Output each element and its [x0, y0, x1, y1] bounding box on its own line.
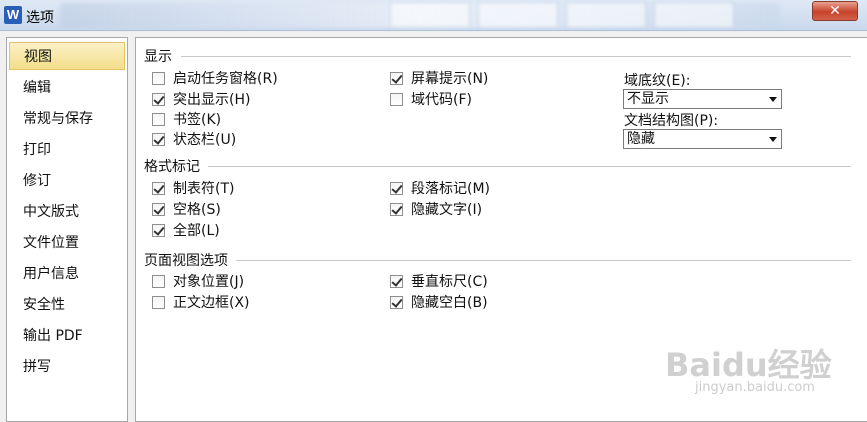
- blurred-style-box: [654, 2, 734, 28]
- sidebar-item-security[interactable]: 安全性: [9, 291, 125, 319]
- checkbox-unchecked-icon: [152, 72, 165, 85]
- bookmarks-checkbox[interactable]: 书签(K): [152, 111, 221, 129]
- sidebar-item-user-info[interactable]: 用户信息: [9, 260, 125, 288]
- checkbox-unchecked-icon: [152, 275, 165, 288]
- checkbox-unchecked-icon: [152, 113, 165, 126]
- checkbox-checked-icon: [152, 182, 165, 195]
- page-view-group-title: 页面视图选项: [144, 253, 228, 269]
- field-shading-label: 域底纹(E):: [624, 73, 691, 89]
- paragraph-marks-checkbox[interactable]: 段落标记(M): [390, 180, 490, 198]
- checkbox-checked-icon: [152, 224, 165, 237]
- blurred-style-box: [566, 2, 646, 28]
- checkbox-checked-icon: [390, 182, 403, 195]
- sidebar-item-export-pdf[interactable]: 输出 PDF: [9, 322, 125, 350]
- sidebar-item-file-locations[interactable]: 文件位置: [9, 229, 125, 257]
- hidden-text-checkbox[interactable]: 隐藏文字(I): [390, 201, 482, 219]
- dropdown-arrow-icon: [769, 137, 777, 142]
- blurred-style-box: [478, 2, 558, 28]
- format-marks-group-title: 格式标记: [144, 159, 200, 175]
- object-anchors-checkbox[interactable]: 对象位置(J): [152, 273, 244, 291]
- sidebar-item-print[interactable]: 打印: [9, 136, 125, 164]
- options-sidebar: 视图 编辑 常规与保存 打印 修订 中文版式 文件位置 用户信息 安全性 输出 …: [6, 37, 128, 422]
- doc-map-label: 文档结构图(P):: [624, 113, 719, 129]
- all-marks-checkbox[interactable]: 全部(L): [152, 222, 220, 240]
- checkbox-checked-icon: [152, 93, 165, 106]
- statusbar-checkbox[interactable]: 状态栏(U): [152, 131, 236, 149]
- text-boundaries-checkbox[interactable]: 正文边框(X): [152, 294, 250, 312]
- startup-taskpane-checkbox[interactable]: 启动任务窗格(R): [152, 70, 278, 88]
- watermark-url: jingyan.baidu.com: [695, 380, 815, 395]
- field-codes-checkbox[interactable]: 域代码(F): [390, 91, 472, 109]
- checkbox-checked-icon: [390, 275, 403, 288]
- group-divider: [181, 56, 851, 57]
- dropdown-arrow-icon: [769, 97, 777, 102]
- sidebar-item-revisions[interactable]: 修订: [9, 167, 125, 195]
- checkbox-unchecked-icon: [390, 93, 403, 106]
- checkbox-unchecked-icon: [152, 296, 165, 309]
- group-divider: [208, 166, 851, 167]
- checkbox-checked-icon: [390, 296, 403, 309]
- sidebar-item-view[interactable]: 视图: [9, 42, 125, 70]
- wps-writer-icon: W: [4, 6, 22, 24]
- checkbox-checked-icon: [152, 133, 165, 146]
- sidebar-item-edit[interactable]: 编辑: [9, 74, 125, 102]
- checkbox-checked-icon: [152, 203, 165, 216]
- highlight-checkbox[interactable]: 突出显示(H): [152, 91, 250, 109]
- checkbox-checked-icon: [390, 203, 403, 216]
- display-group-title: 显示: [144, 49, 172, 65]
- hide-whitespace-checkbox[interactable]: 隐藏空白(B): [390, 294, 488, 312]
- checkbox-checked-icon: [390, 72, 403, 85]
- title-bar: W 选项 ✕: [0, 0, 867, 31]
- screen-tips-checkbox[interactable]: 屏幕提示(N): [390, 70, 488, 88]
- window-title: 选项: [26, 10, 54, 26]
- space-marks-checkbox[interactable]: 空格(S): [152, 201, 221, 219]
- sidebar-item-general-save[interactable]: 常规与保存: [9, 105, 125, 133]
- field-shading-select[interactable]: 不显示: [623, 89, 782, 109]
- blurred-style-box: [390, 2, 470, 28]
- group-divider: [236, 260, 851, 261]
- tab-marks-checkbox[interactable]: 制表符(T): [152, 180, 234, 198]
- sidebar-item-chinese-layout[interactable]: 中文版式: [9, 198, 125, 226]
- sidebar-item-spelling[interactable]: 拼写: [9, 353, 125, 381]
- vertical-ruler-checkbox[interactable]: 垂直标尺(C): [390, 273, 488, 291]
- close-button[interactable]: ✕: [812, 1, 858, 21]
- doc-map-select[interactable]: 隐藏: [623, 129, 782, 149]
